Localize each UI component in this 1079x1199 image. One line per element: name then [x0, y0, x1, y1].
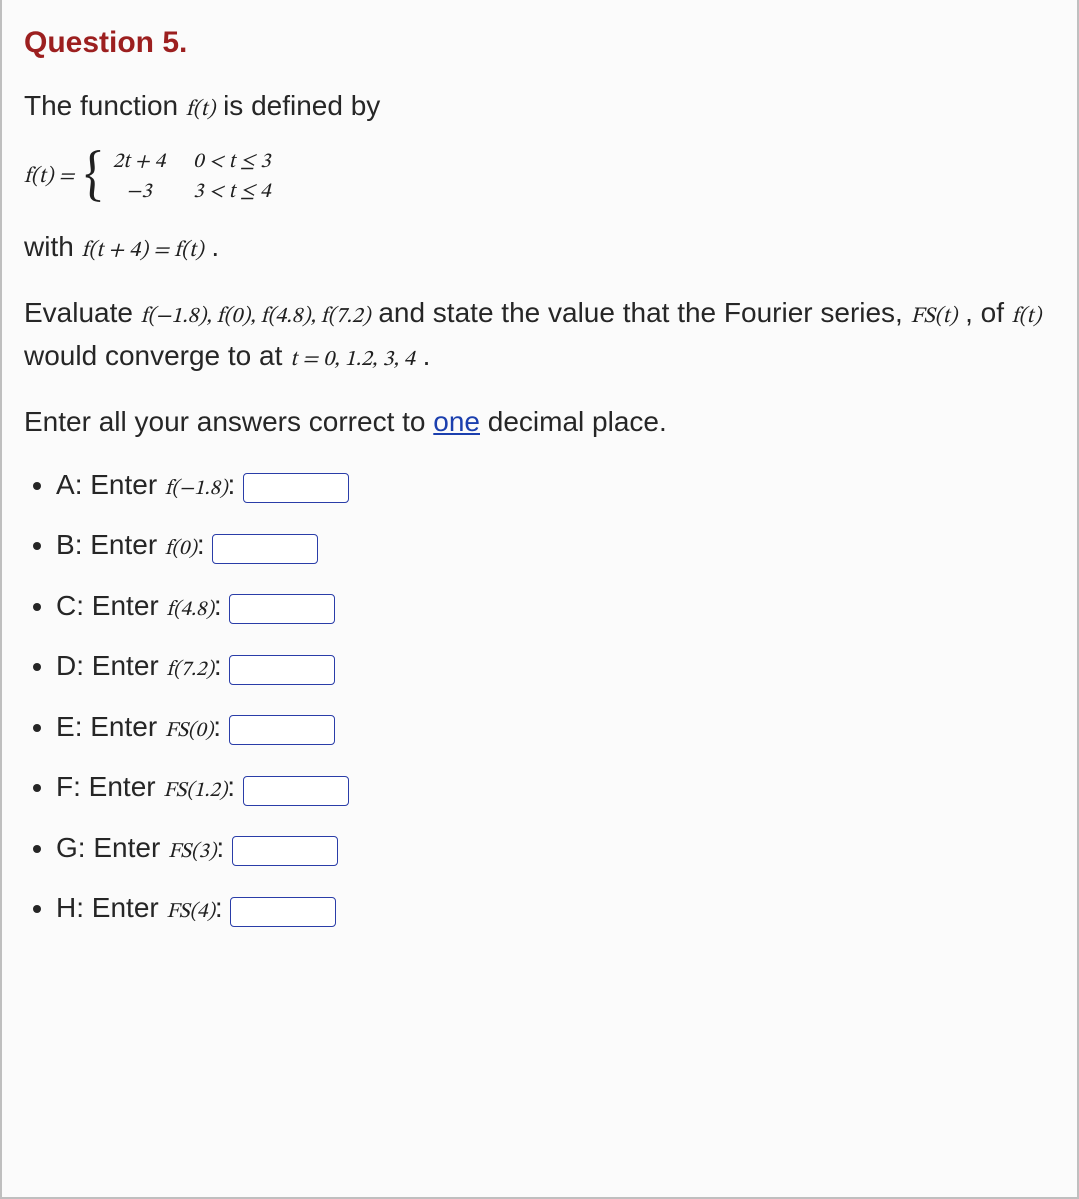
periodic-post: . — [211, 231, 219, 262]
periodic-eqn: f(t + 4) = f(t) — [82, 240, 204, 262]
eval-pre: Evaluate — [24, 297, 141, 328]
piecewise-expr-1: −3 — [113, 179, 165, 205]
eval-list: f(−1.8), f(0), f(4.8), f(7.2) — [141, 306, 371, 328]
answer-list: A: Enter f(−1.8): B: Enter f(0): C: Ente… — [24, 469, 1055, 927]
item-letter: G — [56, 832, 78, 863]
answer-input-e[interactable] — [229, 715, 335, 745]
piecewise-cond-1: 3 < t ≤ 4 — [193, 179, 270, 205]
item-expr: f(0) — [165, 538, 197, 559]
answer-item-e: E: Enter FS(0): — [56, 711, 1055, 746]
eval-fn: f(t) — [1012, 306, 1041, 328]
answer-input-c[interactable] — [229, 594, 335, 624]
item-letter: C — [56, 590, 76, 621]
eval-mid1: and state the value that the Fourier ser… — [378, 297, 910, 328]
answer-input-f[interactable] — [243, 776, 349, 806]
eval-fs: FS(t) — [911, 306, 958, 328]
eval-tvals: t = 0, 1.2, 3, 4 — [290, 349, 415, 371]
item-expr: FS(0) — [165, 720, 213, 741]
item-verb: Enter — [90, 711, 157, 742]
answer-input-d[interactable] — [229, 655, 335, 685]
evaluate-line: Evaluate f(−1.8), f(0), f(4.8), f(7.2) a… — [24, 291, 1055, 378]
instruction-line: Enter all your answers correct to one de… — [24, 400, 1055, 443]
instruction-post: decimal place. — [488, 406, 667, 437]
eval-mid2: , of — [965, 297, 1012, 328]
intro-line: The function f(t) is defined by — [24, 84, 1055, 127]
item-letter: D — [56, 650, 76, 681]
item-letter: H — [56, 892, 76, 923]
instruction-pre: Enter all your answers correct to — [24, 406, 433, 437]
item-expr: f(7.2) — [167, 659, 214, 680]
item-letter: E — [56, 711, 75, 742]
answer-item-d: D: Enter f(7.2): — [56, 650, 1055, 685]
answer-item-a: A: Enter f(−1.8): — [56, 469, 1055, 504]
item-verb: Enter — [90, 529, 157, 560]
piecewise-lhs: f(t) = — [24, 163, 74, 191]
item-verb: Enter — [92, 650, 159, 681]
answer-item-g: G: Enter FS(3): — [56, 832, 1055, 867]
item-verb: Enter — [90, 469, 157, 500]
item-expr: f(4.8) — [167, 599, 214, 620]
answer-input-h[interactable] — [230, 897, 336, 927]
item-letter: B — [56, 529, 75, 560]
periodic-line: with f(t + 4) = f(t) . — [24, 225, 1055, 268]
item-verb: Enter — [92, 590, 159, 621]
question-card: Question 5. The function f(t) is defined… — [0, 0, 1079, 1199]
answer-item-c: C: Enter f(4.8): — [56, 590, 1055, 625]
piecewise-expr-0: 2t + 4 — [113, 149, 165, 175]
item-expr: FS(3) — [168, 841, 216, 862]
intro-post: is defined by — [223, 90, 380, 121]
answer-input-a[interactable] — [243, 473, 349, 503]
item-letter: A — [56, 469, 75, 500]
answer-input-b[interactable] — [212, 534, 318, 564]
answer-item-f: F: Enter FS(1.2): — [56, 771, 1055, 806]
answer-item-h: H: Enter FS(4): — [56, 892, 1055, 927]
eval-end: . — [423, 340, 431, 371]
piecewise-definition: f(t) = { 2t + 4 0 < t ≤ 3 −3 3 < t ≤ 4 — [24, 149, 1055, 205]
intro-pre: The function — [24, 90, 186, 121]
item-verb: Enter — [89, 771, 156, 802]
answer-item-b: B: Enter f(0): — [56, 529, 1055, 564]
answer-input-g[interactable] — [232, 836, 338, 866]
piecewise-cases: 2t + 4 0 < t ≤ 3 −3 3 < t ≤ 4 — [113, 149, 271, 205]
item-verb: Enter — [93, 832, 160, 863]
item-expr: FS(4) — [167, 901, 215, 922]
piecewise-brace: { — [84, 152, 102, 202]
item-expr: FS(1.2) — [163, 780, 227, 801]
question-title: Question 5. — [24, 26, 1055, 60]
item-expr: f(−1.8) — [165, 478, 228, 499]
item-letter: F — [56, 771, 73, 802]
item-verb: Enter — [92, 892, 159, 923]
periodic-pre: with — [24, 231, 82, 262]
piecewise-cond-0: 0 < t ≤ 3 — [193, 149, 270, 175]
one-link[interactable]: one — [433, 406, 480, 437]
intro-fn: f(t) — [186, 99, 215, 121]
eval-mid3: would converge to at — [24, 340, 290, 371]
